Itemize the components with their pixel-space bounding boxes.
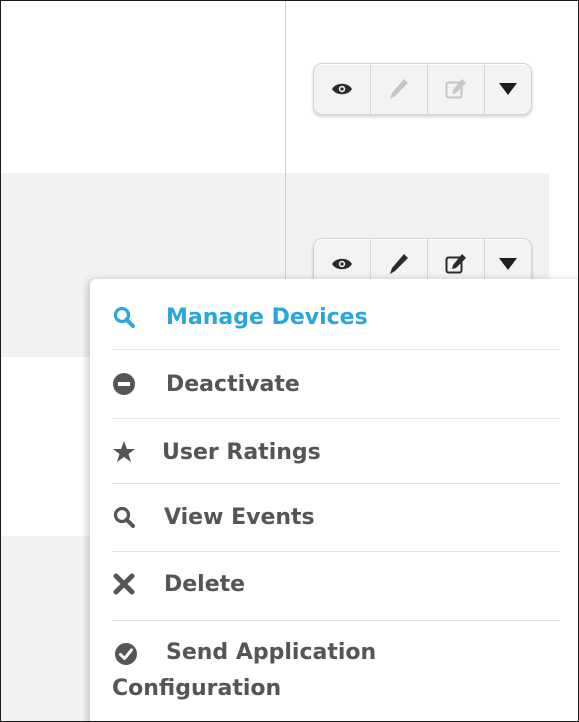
star-icon — [112, 440, 136, 464]
menu-item-label-line1: Send Application — [166, 640, 377, 665]
menu-divider — [112, 620, 560, 621]
menu-item-user-ratings[interactable]: User Ratings — [112, 436, 560, 468]
menu-item-label: Manage Devices — [166, 304, 368, 330]
menu-item-view-events[interactable]: View Events — [112, 501, 560, 533]
menu-divider — [112, 483, 560, 484]
caret-down-icon — [498, 257, 518, 271]
eye-icon — [331, 82, 353, 96]
menu-divider — [112, 349, 560, 350]
menu-item-label: Deactivate — [166, 371, 300, 397]
row-actions-group — [313, 63, 532, 115]
search-icon — [112, 305, 136, 329]
menu-item-label: View Events — [164, 504, 315, 530]
edit-square-icon — [445, 78, 467, 100]
menu-divider — [112, 551, 560, 552]
column-divider — [285, 1, 286, 291]
menu-item-deactivate[interactable]: Deactivate — [112, 368, 560, 400]
menu-item-label: Send Application Configuration — [112, 635, 376, 707]
check-circle-icon — [114, 642, 138, 666]
menu-item-label: Delete — [164, 571, 246, 597]
minus-circle-icon — [112, 372, 136, 396]
menu-item-send-application-configuration[interactable]: Send Application Configuration — [112, 635, 560, 711]
menu-item-delete[interactable]: Delete — [112, 568, 560, 600]
x-icon — [112, 572, 136, 596]
screen-frame: Manage Devices Deactivate User Ratings V… — [0, 0, 579, 722]
actions-dropdown-menu: Manage Devices Deactivate User Ratings V… — [90, 279, 578, 721]
menu-item-manage-devices[interactable]: Manage Devices — [112, 301, 560, 333]
menu-divider — [112, 418, 560, 419]
caret-down-icon — [498, 82, 518, 96]
pencil-icon — [389, 253, 409, 275]
edit-form-button[interactable] — [428, 64, 485, 114]
view-button[interactable] — [314, 64, 371, 114]
menu-item-label-line2: Configuration — [112, 676, 282, 701]
eye-icon — [331, 257, 353, 271]
menu-item-label: User Ratings — [162, 439, 321, 465]
edit-square-icon — [445, 253, 467, 275]
edit-button[interactable] — [371, 64, 428, 114]
more-actions-button[interactable] — [485, 64, 531, 114]
pencil-icon — [389, 78, 409, 100]
search-icon — [112, 505, 136, 529]
